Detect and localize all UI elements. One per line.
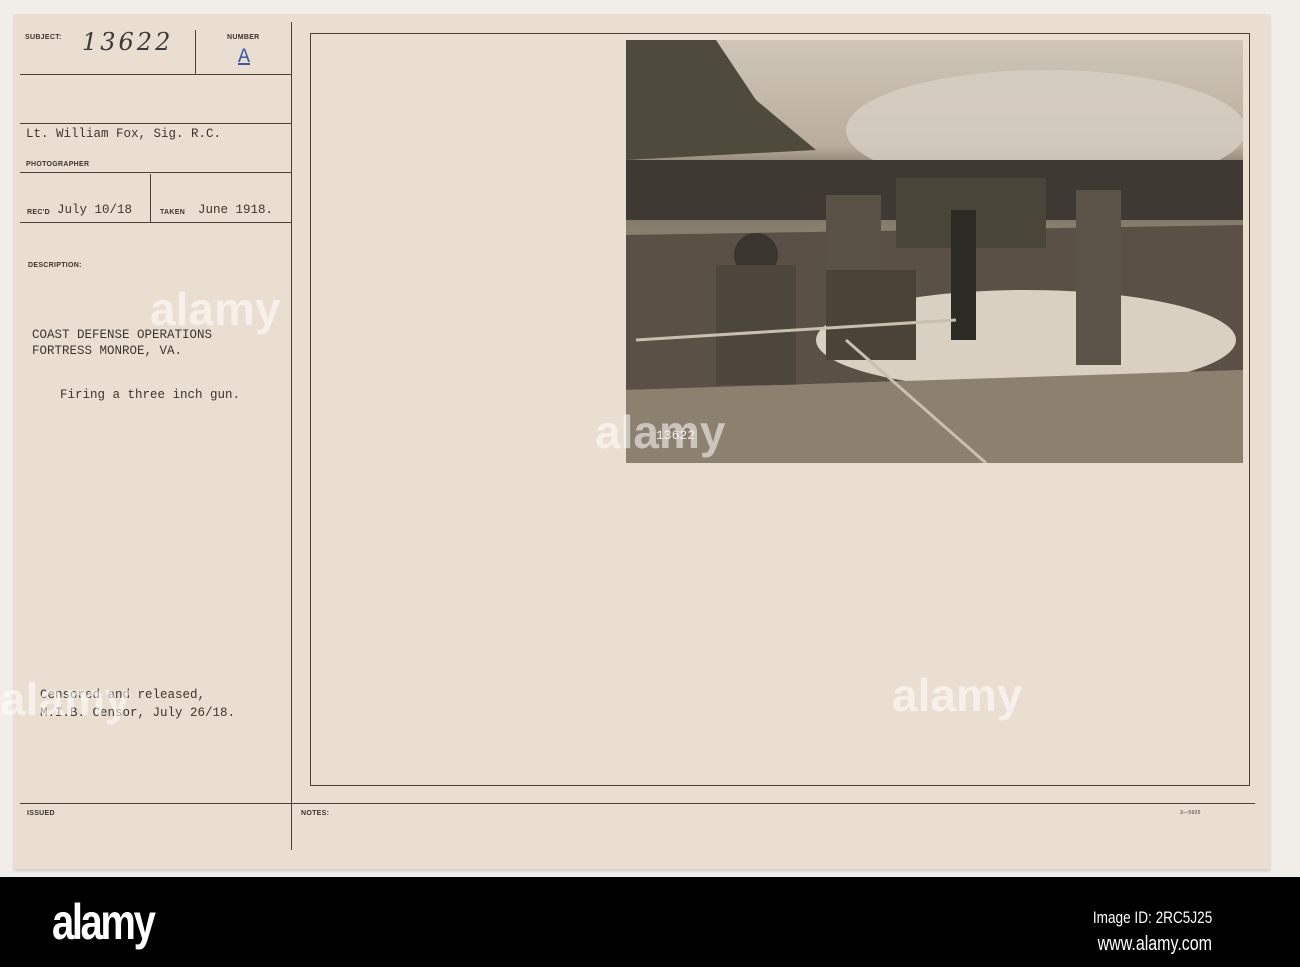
caption: Firing a three inch gun. — [60, 388, 241, 402]
watermark-alamy: alamy — [595, 406, 726, 458]
watermark-alamy: alamy — [0, 673, 131, 725]
image-id: Image ID: 2RC5J25 — [1092, 908, 1212, 927]
site-link[interactable]: www.alamy.com — [1098, 933, 1212, 956]
photo-scene — [626, 40, 1243, 463]
form-number: 3—5605 — [1180, 810, 1201, 816]
divider — [20, 172, 291, 173]
watermark-alamy: alamy — [892, 669, 1023, 721]
soldier — [826, 270, 916, 360]
number-value: A — [238, 46, 251, 69]
divider — [195, 30, 196, 74]
photographer-label: PHOTOGRAPHER — [26, 161, 90, 168]
taken-label: TAKEN — [160, 209, 186, 216]
divider — [20, 803, 1255, 804]
divider — [20, 123, 291, 124]
watermark-alamy: alamy — [150, 283, 281, 335]
hillside — [626, 40, 816, 160]
divider — [150, 174, 151, 222]
column-divider — [291, 22, 292, 850]
taken-value: June 1918. — [198, 203, 274, 217]
notes-label: NOTES: — [301, 810, 330, 817]
subject-value: 13622 — [82, 28, 174, 56]
number-label: NUMBER — [227, 34, 260, 41]
photographer-value: Lt. William Fox, Sig. R.C. — [26, 127, 222, 141]
soldier — [716, 265, 796, 385]
recd-value: July 10/18 — [57, 203, 133, 217]
divider — [20, 74, 291, 75]
description-line-2: FORTRESS MONROE, VA. — [32, 344, 183, 358]
photograph-three-inch-gun: 13622 — [626, 40, 1243, 463]
soldier — [1076, 190, 1121, 365]
recd-label: REC'D — [27, 209, 50, 216]
issued-label: ISSUED — [27, 810, 55, 817]
description-label: DESCRIPTION: — [28, 262, 82, 269]
subject-label: SUBJECT: — [25, 34, 62, 41]
alamy-logo: alamy — [52, 894, 156, 950]
divider — [20, 222, 291, 223]
